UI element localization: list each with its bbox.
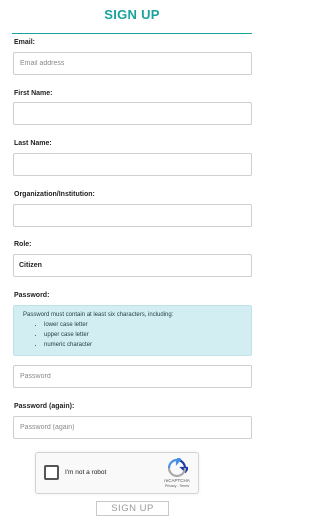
organization-field[interactable] (13, 204, 252, 227)
password-requirements-list: lower case letter upper case letter nume… (44, 320, 242, 350)
recaptcha-widget: I'm not a robot reCAPTCHA Privacy - Term… (35, 452, 199, 494)
sign-up-button[interactable]: SIGN UP (96, 501, 169, 516)
recaptcha-brand: reCAPTCHA (164, 478, 190, 483)
recaptcha-links[interactable]: Privacy - Terms (159, 484, 195, 488)
list-item: numeric character (44, 340, 242, 350)
password-requirements: Password must contain at least six chara… (13, 305, 252, 356)
email-label: Email: (14, 39, 36, 46)
list-item: lower case letter (44, 320, 242, 330)
role-label: Role: (14, 241, 32, 248)
password-requirements-intro: Password must contain at least six chara… (23, 312, 174, 318)
first-name-field[interactable] (13, 102, 252, 125)
password-again-field[interactable] (13, 416, 252, 439)
last-name-label: Last Name: (14, 140, 52, 147)
page-title: SIGN UP (104, 7, 160, 22)
email-field[interactable] (13, 52, 252, 75)
password-again-label: Password (again): (14, 403, 75, 410)
list-item: upper case letter (44, 330, 242, 340)
password-field[interactable] (13, 365, 252, 388)
title-divider (12, 33, 252, 34)
last-name-field[interactable] (13, 153, 252, 176)
first-name-label: First Name: (14, 90, 53, 97)
role-select[interactable]: Citizen (13, 254, 252, 277)
password-label: Password: (14, 292, 50, 299)
organization-label: Organization/Institution: (14, 191, 95, 198)
recaptcha-logo-icon (167, 458, 188, 478)
recaptcha-label: I'm not a robot (65, 469, 107, 476)
recaptcha-checkbox[interactable] (44, 465, 59, 480)
